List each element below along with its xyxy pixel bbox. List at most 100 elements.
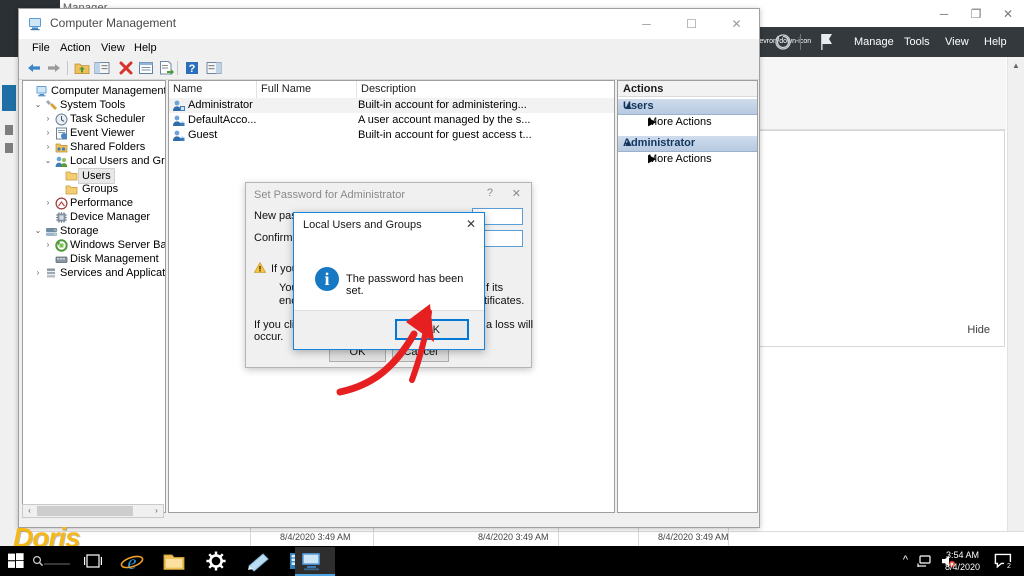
warning-line-4: f its	[486, 282, 504, 294]
twisty-icon[interactable]: ›	[43, 238, 53, 252]
tree-label: Performance	[70, 197, 133, 209]
twisty-icon[interactable]: ⌄	[43, 154, 53, 168]
twisty-icon[interactable]	[25, 84, 35, 98]
properties-icon[interactable]	[137, 59, 155, 77]
task-view-icon[interactable]	[84, 554, 102, 568]
column-header-full-name[interactable]: Full Name	[257, 81, 357, 98]
tree-item-event-viewer[interactable]: › Event Viewer	[25, 126, 163, 140]
server-manager-window-controls: ─ ❐ ✕	[928, 0, 1024, 27]
tree-item-windows-server-backup[interactable]: › Windows Server Backup	[25, 238, 165, 252]
event-viewer-icon	[56, 127, 67, 140]
show-hidden-icons-chevron-icon[interactable]: ^	[903, 554, 908, 566]
hide-link[interactable]: Hide	[967, 324, 990, 336]
refresh-icon[interactable]	[774, 33, 792, 51]
sm-menu-view[interactable]: View	[945, 27, 969, 57]
sidebar-item-local-server[interactable]	[5, 125, 13, 135]
file-explorer-icon[interactable]	[162, 550, 186, 572]
taskbar-clock[interactable]: 3:54 AM 8/4/2020	[945, 549, 980, 573]
cell-description: Built-in account for administering...	[358, 99, 527, 111]
tree-item-users[interactable]: Users	[25, 168, 163, 184]
action-item-more-actions-users[interactable]: More Actions ▶	[618, 115, 757, 130]
actions-group-administrator[interactable]: Administrator ▲	[618, 135, 757, 152]
tree-label: Computer Management (Local	[51, 85, 166, 97]
sidebar-item-dashboard[interactable]	[2, 85, 16, 111]
twisty-icon[interactable]: ›	[43, 196, 53, 210]
twisty-icon[interactable]: ⌄	[33, 224, 43, 238]
cell-name: DefaultAcco...	[188, 114, 257, 126]
search-input[interactable]	[30, 554, 76, 568]
sm-minimize-button[interactable]: ─	[928, 0, 960, 27]
tree-item-system-tools[interactable]: ⌄ System Tools	[25, 98, 163, 112]
action-item-more-actions-administrator[interactable]: More Actions ▶	[618, 152, 757, 167]
twisty-icon[interactable]: ›	[33, 266, 43, 280]
chevron-up-icon[interactable]: ▲	[623, 99, 751, 114]
scroll-right-icon[interactable]: ›	[150, 505, 163, 517]
tree-item-disk-management[interactable]: Disk Management	[25, 252, 163, 266]
internet-explorer-icon[interactable]: e	[120, 550, 144, 572]
close-icon[interactable]: ✕	[512, 187, 521, 200]
tree-item-groups[interactable]: Groups	[25, 182, 163, 196]
message-box-ok-button[interactable]: OK	[395, 319, 469, 340]
column-header-name[interactable]: Name	[169, 81, 257, 98]
tree-item-services-and-applications[interactable]: › Services and Applications	[25, 266, 165, 280]
scroll-up-icon[interactable]: ▲	[1008, 57, 1024, 73]
sm-menu-tools[interactable]: Tools	[904, 27, 930, 57]
tree-horizontal-scrollbar[interactable]: ‹ ›	[22, 504, 164, 518]
table-row[interactable]: Guest Built-in account for guest access …	[169, 128, 614, 143]
users-groups-icon	[55, 156, 68, 167]
sm-close-button[interactable]: ✕	[992, 0, 1024, 27]
twisty-icon[interactable]: ›	[43, 112, 53, 126]
tree-item-storage[interactable]: ⌄ Storage	[25, 224, 163, 238]
windows-start-icon[interactable]	[8, 553, 24, 569]
close-icon[interactable]: ✕	[466, 217, 476, 231]
settings-gear-icon[interactable]	[204, 550, 228, 572]
notepad-icon[interactable]	[246, 550, 270, 572]
computer-management-taskbar-icon[interactable]	[300, 550, 324, 572]
cm-menu-action[interactable]: Action	[55, 39, 96, 57]
delete-icon[interactable]	[117, 59, 135, 77]
scroll-left-icon[interactable]: ‹	[23, 505, 36, 517]
notifications-flag-icon[interactable]	[818, 32, 836, 52]
cell-name: Guest	[188, 129, 218, 141]
cm-minimize-button[interactable]: ─	[624, 9, 669, 39]
twisty-icon[interactable]: ›	[43, 140, 53, 154]
cm-close-button[interactable]: ✕	[714, 9, 759, 39]
actions-group-users[interactable]: Users ▲	[618, 98, 757, 115]
cm-menu-help[interactable]: Help	[129, 39, 162, 57]
show-hide-console-tree-icon[interactable]	[93, 59, 111, 77]
status-divider	[558, 528, 559, 546]
console-tree[interactable]: Computer Management (Local ⌄ System Tool…	[22, 80, 166, 513]
export-list-icon[interactable]	[157, 59, 175, 77]
twisty-icon[interactable]: ›	[43, 126, 53, 140]
toolbar-separator	[177, 61, 178, 75]
cm-menu-file[interactable]: File	[27, 39, 55, 57]
twisty-icon[interactable]: ⌄	[33, 98, 43, 112]
show-hide-action-pane-icon[interactable]	[205, 59, 223, 77]
cm-maximize-button[interactable]: ☐	[669, 9, 714, 39]
sidebar-item-all-servers[interactable]	[5, 143, 13, 153]
notification-count-badge: 2	[1004, 562, 1014, 572]
tree-item-local-users-and-groups[interactable]: ⌄ Local Users and Groups	[25, 154, 165, 168]
chevron-up-icon[interactable]: ▲	[623, 136, 751, 151]
forward-icon[interactable]	[45, 59, 63, 77]
cm-window-controls: ─ ☐ ✕	[624, 9, 759, 39]
tree-item-performance[interactable]: › Performance	[25, 196, 163, 210]
sm-menu-manage[interactable]: Manage	[854, 27, 894, 57]
tree-item-computer-management[interactable]: Computer Management (Local	[25, 84, 166, 98]
sm-maximize-button[interactable]: ❐	[960, 0, 992, 27]
column-header-description[interactable]: Description	[357, 81, 612, 98]
help-icon[interactable]: ?	[183, 59, 201, 77]
back-icon[interactable]	[25, 59, 43, 77]
scroll-thumb[interactable]	[37, 506, 133, 516]
tree-item-device-manager[interactable]: Device Manager	[25, 210, 163, 224]
tree-item-task-scheduler[interactable]: › Task Scheduler	[25, 112, 163, 126]
table-row[interactable]: Administrator Built-in account for admin…	[169, 98, 614, 113]
sm-menu-help[interactable]: Help	[984, 27, 1007, 57]
up-folder-icon[interactable]	[73, 59, 91, 77]
server-manager-scrollbar[interactable]: ▲	[1007, 57, 1024, 546]
cm-menu-view[interactable]: View	[96, 39, 130, 57]
network-icon[interactable]	[917, 555, 932, 568]
table-row[interactable]: DefaultAcco... A user account managed by…	[169, 113, 614, 128]
help-icon[interactable]: ?	[487, 187, 493, 199]
tree-item-shared-folders[interactable]: › Shared Folders	[25, 140, 163, 154]
